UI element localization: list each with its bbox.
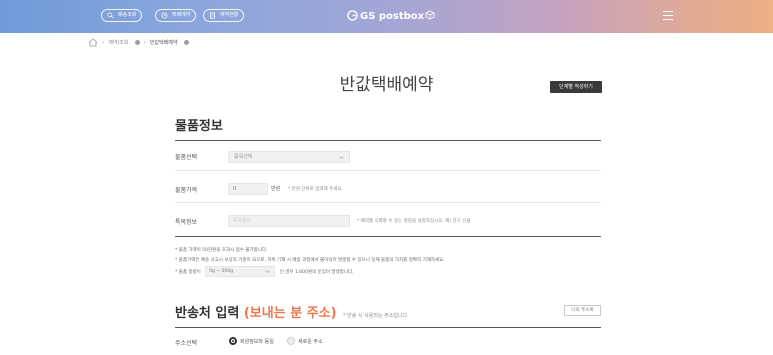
info-input[interactable]: 특목정보 <box>228 215 350 227</box>
booking-status-label: 예약현황 <box>220 12 239 18</box>
radio-unchecked-icon[interactable] <box>287 337 295 345</box>
weight-select[interactable]: 0g ~ 500g <box>205 266 276 277</box>
category-select-value: 품목선택 <box>234 154 253 160</box>
book-delivery-button[interactable]: 택배예약 <box>155 9 197 22</box>
breadcrumb-item-half-price[interactable]: 반값택배예약 <box>150 39 178 46</box>
row-divider <box>175 170 601 171</box>
note-line: * 물품가액은 배송 사고시 보상의 기준이 되므로, 허위 기재 시 배송 과… <box>175 258 445 263</box>
product-notes: * 물품 가액이 50만원을 초과시 접수 불가합니다. * 물품가액은 배송 … <box>175 246 445 278</box>
info-label: 특목정보 <box>175 219 198 226</box>
sender-title-accent: (보내는 분 주소) <box>243 306 337 321</box>
track-delivery-button[interactable]: 배송조회 <box>101 9 143 22</box>
box-icon <box>425 10 435 20</box>
gs-logo-icon <box>347 10 358 21</box>
breadcrumb-separator: › <box>143 38 146 46</box>
my-address-book-button[interactable]: 나의 주소록 <box>564 305 601 316</box>
dropdown-dot-icon[interactable] <box>134 39 140 45</box>
note-weight-suffix: 인 경우 1,600원의 운임이 발생합니다. <box>279 270 354 275</box>
home-icon[interactable] <box>88 37 98 47</box>
clock-icon <box>161 12 168 19</box>
section-divider <box>175 140 601 141</box>
price-unit: 만원 <box>271 186 281 192</box>
page-title: 반값택배예약 <box>339 75 434 95</box>
weight-select-value: 0g ~ 500g <box>209 269 234 274</box>
breadcrumb: › 예약/조회 › 반값택배예약 <box>88 37 189 47</box>
track-delivery-label: 배송조회 <box>118 12 137 18</box>
radio-checked-icon[interactable] <box>229 337 237 345</box>
sender-section-title: 반송처 입력 (보내는 분 주소) * 반송 시 사용되는 주소입니다. <box>175 302 409 321</box>
radio-new-address[interactable]: 새로운 주소 <box>287 337 323 345</box>
breadcrumb-separator: › <box>102 38 105 46</box>
step-by-step-button[interactable]: 단계별 작성하기 <box>550 81 602 93</box>
info-hint: * 예약품 식별할 수 있는 명칭을 설정하십시오. 예) 친구 선물 <box>357 219 471 224</box>
category-select[interactable]: 품목선택 <box>228 151 350 163</box>
receipt-icon <box>209 12 216 19</box>
section-divider <box>175 327 601 328</box>
hamburger-icon[interactable] <box>663 11 673 20</box>
book-delivery-label: 택배예약 <box>172 12 191 18</box>
section-divider <box>175 236 601 237</box>
category-label: 물품선택 <box>175 154 198 161</box>
logo-text: GS postbox <box>360 11 425 22</box>
price-input[interactable]: 0 <box>228 183 268 195</box>
sender-title-note: * 반송 시 사용되는 주소입니다. <box>343 313 409 319</box>
price-label: 물품가액 <box>175 187 198 194</box>
note-line: * 물품 중량이 0g ~ 500g 인 경우 1,600원의 운임이 발생합니… <box>175 266 445 278</box>
chevron-down-icon <box>265 270 270 273</box>
search-icon <box>107 12 114 19</box>
radio-same-as-member-label: 회원정보와 동일 <box>240 338 274 345</box>
dropdown-dot-icon[interactable] <box>183 39 189 45</box>
radio-new-address-label: 새로운 주소 <box>298 338 323 345</box>
note-line: * 물품 가액이 50만원을 초과시 접수 불가합니다. <box>175 248 268 253</box>
note-weight-prefix: * 물품 중량이 <box>175 270 201 275</box>
row-divider <box>175 202 601 203</box>
product-section-title: 물품정보 <box>175 119 223 134</box>
gs-postbox-logo[interactable]: GS postbox <box>347 10 435 24</box>
sender-title-text: 반송처 입력 <box>175 306 240 321</box>
booking-status-button[interactable]: 예약현황 <box>203 9 245 22</box>
price-hint: * 만원 단위로 입력해 주세요. <box>288 187 343 192</box>
breadcrumb-item-booking[interactable]: 예약/조회 <box>108 39 128 46</box>
top-bar: 배송조회 택배예약 예약현황 GS postbox <box>0 0 773 33</box>
chevron-down-icon <box>339 156 344 159</box>
address-label: 주소선택 <box>175 340 198 347</box>
radio-same-as-member[interactable]: 회원정보와 동일 <box>229 337 274 345</box>
